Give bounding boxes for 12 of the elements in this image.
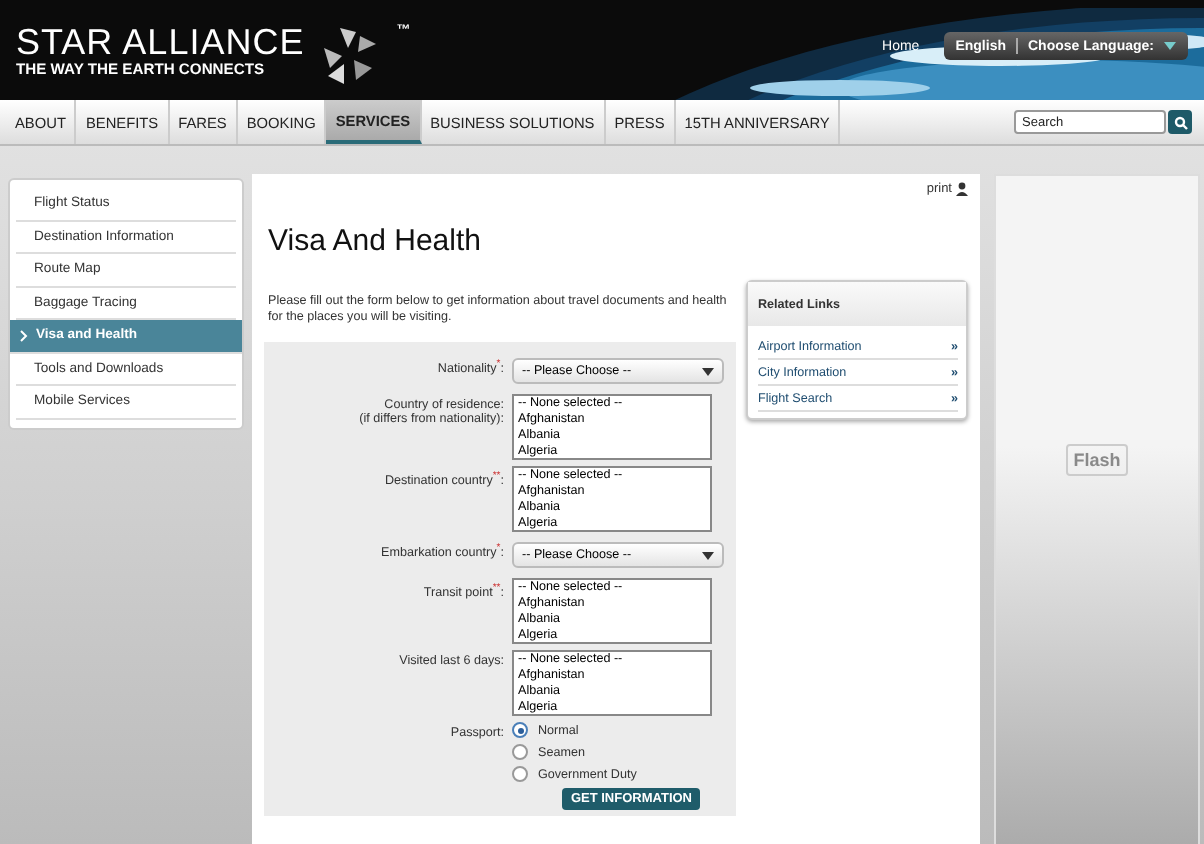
caret-icon	[702, 551, 714, 559]
radio-button[interactable]	[512, 766, 528, 782]
chevron-icon	[20, 329, 28, 342]
radio-button[interactable]	[512, 744, 528, 760]
search-button[interactable]	[1168, 110, 1192, 134]
person-icon	[956, 182, 968, 196]
brand-name: STAR ALLIANCE	[16, 24, 305, 60]
flash-label: Flash	[1065, 444, 1129, 476]
radio-button[interactable]	[512, 722, 528, 738]
page-title: Visa And Health	[268, 224, 483, 258]
caret-icon	[702, 367, 714, 375]
caret-icon	[1164, 42, 1176, 50]
